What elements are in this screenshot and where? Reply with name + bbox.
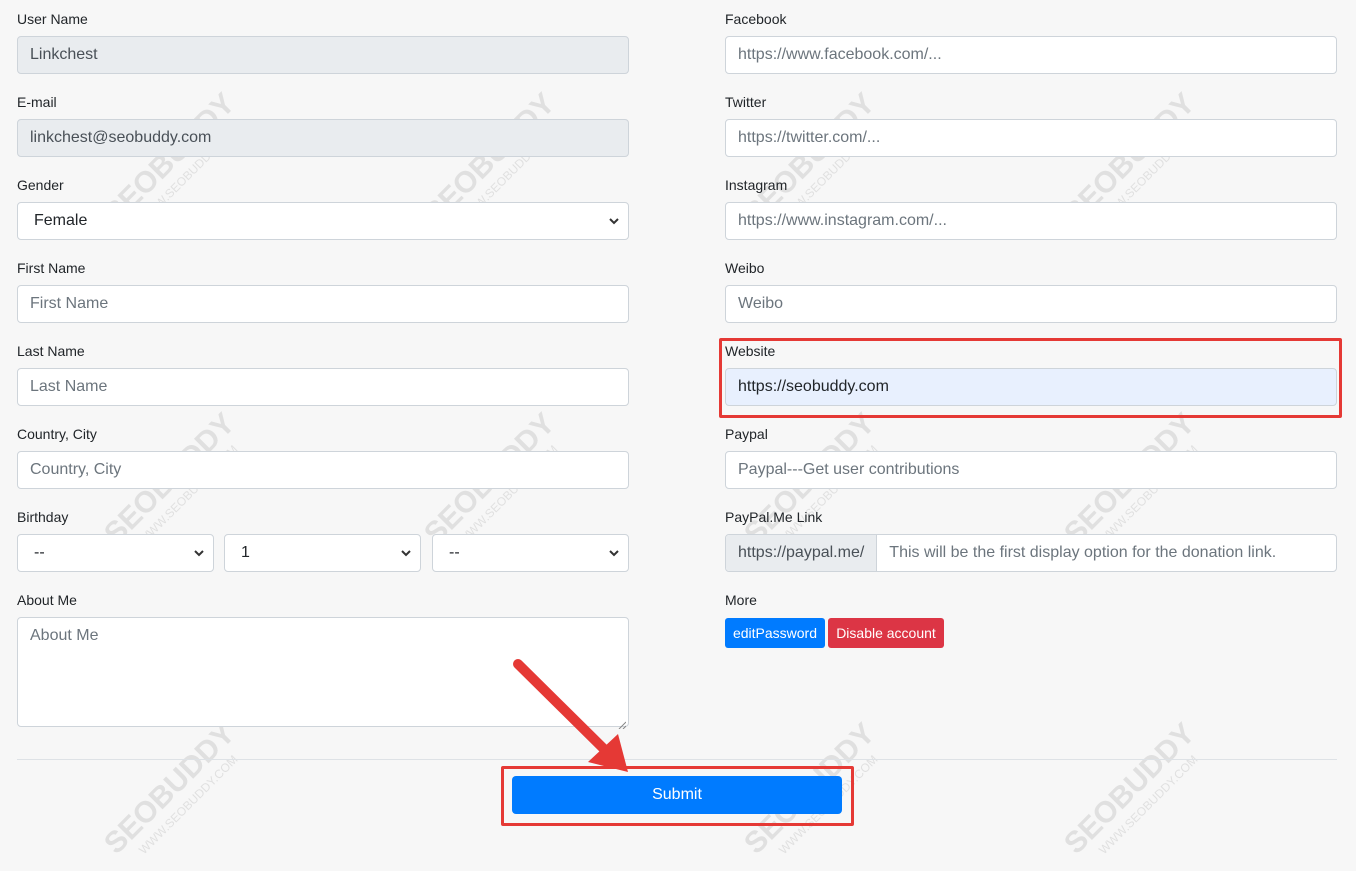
paypal-me-input[interactable]: This will be the first display option fo… bbox=[877, 535, 1336, 571]
facebook-input[interactable]: https://www.facebook.com/... bbox=[725, 36, 1337, 74]
chevron-down-icon bbox=[400, 547, 412, 559]
birthday-year-value: -- bbox=[34, 544, 45, 561]
country-city-label: Country, City bbox=[17, 426, 97, 442]
last-name-input[interactable]: Last Name bbox=[17, 368, 629, 406]
chevron-down-icon bbox=[193, 547, 205, 559]
about-me-label: About Me bbox=[17, 592, 77, 608]
twitter-input[interactable]: https://twitter.com/... bbox=[725, 119, 1337, 157]
form-divider bbox=[17, 759, 1337, 760]
last-name-placeholder: Last Name bbox=[30, 378, 108, 395]
birthday-month-value: 1 bbox=[241, 544, 250, 561]
annotation-arrow-icon bbox=[513, 659, 628, 772]
birthday-day-value: -- bbox=[449, 544, 460, 561]
facebook-placeholder: https://www.facebook.com/... bbox=[738, 46, 942, 63]
country-city-placeholder: Country, City bbox=[30, 461, 122, 478]
instagram-placeholder: https://www.instagram.com/... bbox=[738, 212, 947, 229]
birthday-label: Birthday bbox=[17, 509, 69, 525]
more-label: More bbox=[725, 592, 757, 608]
country-city-input[interactable]: Country, City bbox=[17, 451, 629, 489]
birthday-year-select[interactable]: -- bbox=[17, 534, 214, 572]
username-label: User Name bbox=[17, 11, 88, 27]
instagram-input[interactable]: https://www.instagram.com/... bbox=[725, 202, 1337, 240]
email-label: E-mail bbox=[17, 94, 57, 110]
paypal-placeholder: Paypal---Get user contributions bbox=[738, 461, 960, 478]
weibo-label: Weibo bbox=[725, 260, 765, 276]
username-value: Linkchest bbox=[30, 46, 98, 63]
paypal-input[interactable]: Paypal---Get user contributions bbox=[725, 451, 1337, 489]
email-field: linkchest@seobuddy.com bbox=[17, 119, 629, 157]
chevron-down-icon bbox=[608, 215, 620, 227]
paypal-me-input-group: https://paypal.me/ This will be the firs… bbox=[725, 534, 1337, 572]
about-me-placeholder: About Me bbox=[30, 627, 99, 644]
first-name-input[interactable]: First Name bbox=[17, 285, 629, 323]
watermark: SEOBUDDYWWW.SEOBUDDY.COM bbox=[97, 716, 242, 861]
website-highlight-box bbox=[719, 338, 1342, 418]
gender-select[interactable]: Female bbox=[17, 202, 629, 240]
chevron-down-icon bbox=[608, 547, 620, 559]
username-field: Linkchest bbox=[17, 36, 629, 74]
gender-label: Gender bbox=[17, 177, 64, 193]
weibo-input[interactable]: Weibo bbox=[725, 285, 1337, 323]
first-name-label: First Name bbox=[17, 260, 86, 276]
first-name-placeholder: First Name bbox=[30, 295, 109, 312]
watermark: SEOBUDDYWWW.SEOBUDDY.COM bbox=[1057, 716, 1202, 861]
last-name-label: Last Name bbox=[17, 343, 85, 359]
paypal-me-placeholder: This will be the first display option fo… bbox=[889, 544, 1277, 561]
paypal-me-label: PayPal.Me Link bbox=[725, 509, 823, 525]
disable-account-button[interactable]: Disable account bbox=[828, 618, 944, 648]
facebook-label: Facebook bbox=[725, 11, 787, 27]
paypal-label: Paypal bbox=[725, 426, 768, 442]
birthday-month-select[interactable]: 1 bbox=[224, 534, 421, 572]
birthday-day-select[interactable]: -- bbox=[432, 534, 629, 572]
instagram-label: Instagram bbox=[725, 177, 788, 193]
weibo-placeholder: Weibo bbox=[738, 295, 784, 312]
twitter-label: Twitter bbox=[725, 94, 767, 110]
email-value: linkchest@seobuddy.com bbox=[30, 129, 212, 146]
twitter-placeholder: https://twitter.com/... bbox=[738, 129, 881, 146]
paypal-me-prefix: https://paypal.me/ bbox=[726, 535, 878, 571]
gender-value: Female bbox=[34, 212, 88, 229]
edit-password-button[interactable]: editPassword bbox=[725, 618, 825, 648]
